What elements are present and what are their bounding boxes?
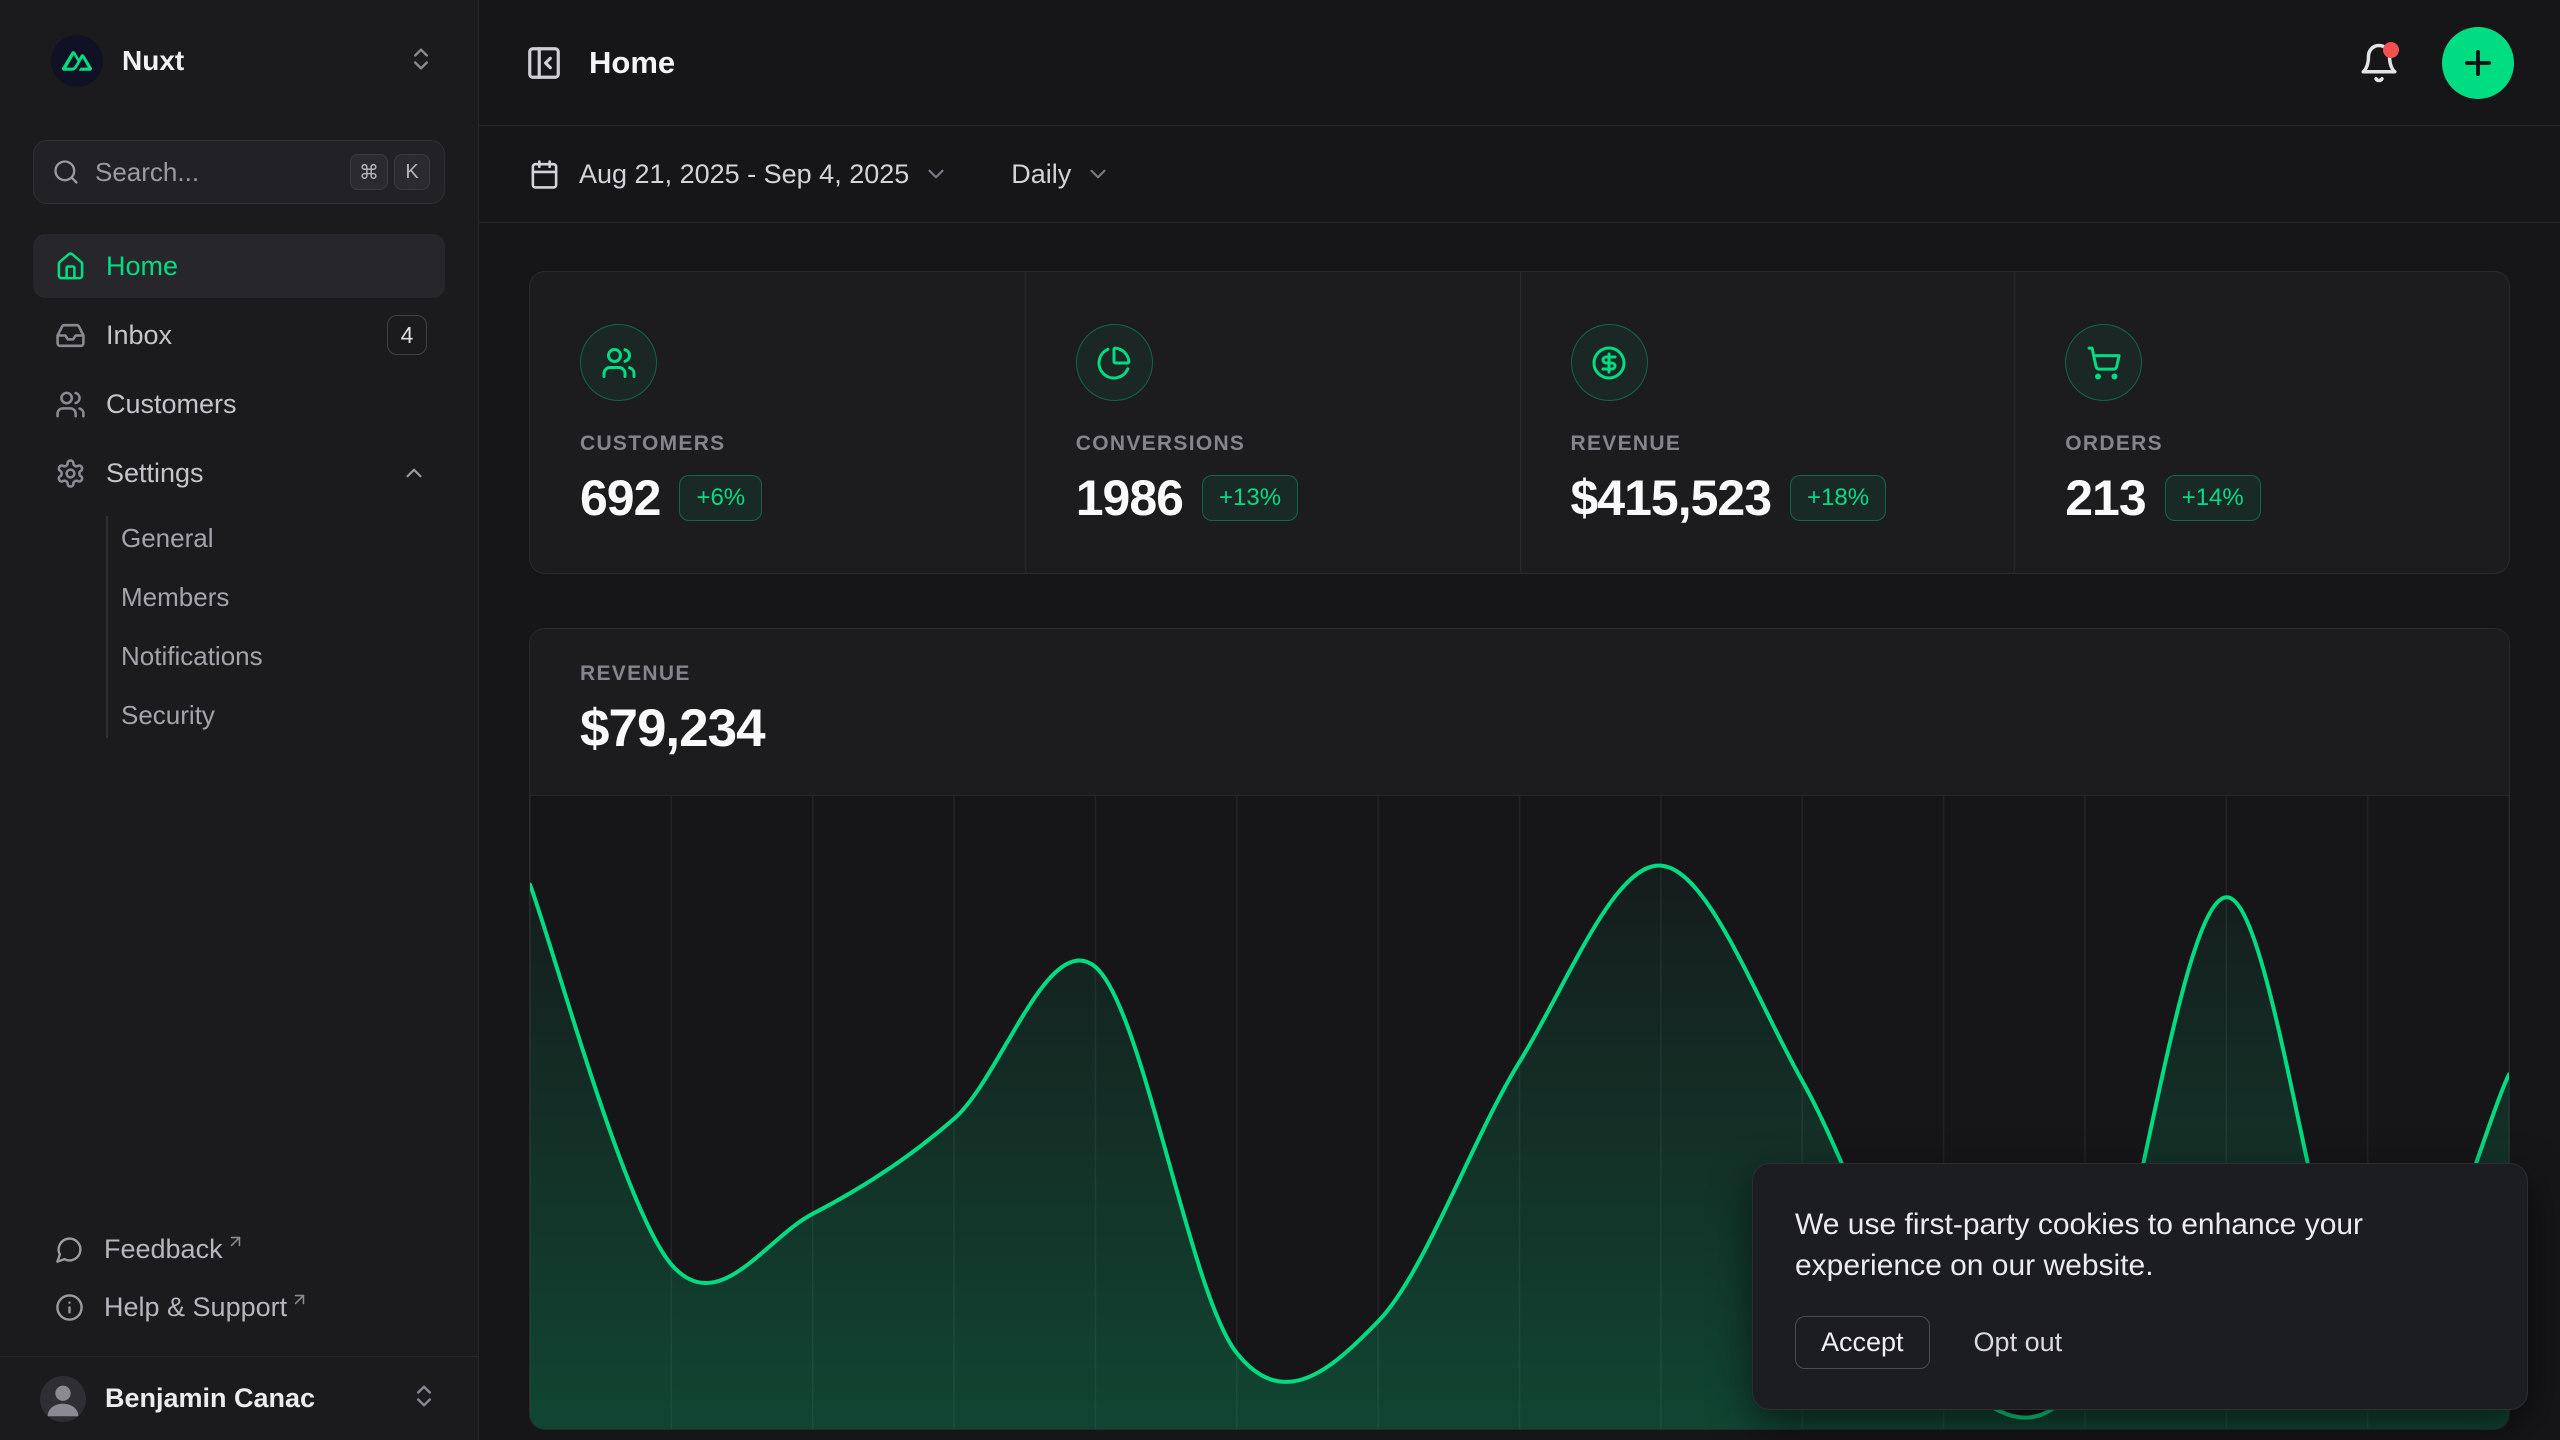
chevron-up-icon [401,460,427,486]
gear-icon [55,458,86,489]
cookie-actions: Accept Opt out [1795,1316,2485,1369]
add-button[interactable] [2442,27,2514,99]
sidebar-item-members[interactable]: Members [33,569,445,626]
filters-toolbar: Aug 21, 2025 - Sep 4, 2025 Daily [479,126,2560,223]
chevron-down-icon [1085,161,1111,187]
sidebar-item-feedback[interactable]: Feedback [33,1220,445,1278]
sidebar-footer: Feedback Help & Support [33,1220,445,1356]
sidebar-item-customers[interactable]: Customers [33,372,445,436]
kbd-k: K [394,154,430,190]
arrow-up-right-icon [226,1232,245,1251]
revenue-value: $79,234 [580,698,2459,759]
stat-value: 1986 [1076,469,1183,527]
revenue-header: REVENUE $79,234 [530,629,2509,796]
users-icon [55,389,86,420]
plus-icon [2459,44,2497,82]
sidebar-item-notifications[interactable]: Notifications [33,628,445,685]
page-title: Home [589,45,675,81]
kbd-cmd: ⌘ [350,154,388,190]
stat-delta-badge: +18% [1790,475,1886,521]
sidebar-item-home[interactable]: Home [33,234,445,298]
granularity-value: Daily [1011,159,1071,190]
inbox-icon [55,320,86,351]
stat-label: REVENUE [1571,432,1965,456]
chevrons-up-down-icon [410,1382,438,1415]
page-header: Home [479,0,2560,126]
header-actions [2358,27,2514,99]
stat-value: $415,523 [1571,469,1772,527]
sidebar-item-help-support[interactable]: Help & Support [33,1278,445,1336]
sidebar-item-general[interactable]: General [33,510,445,567]
stat-label: CONVERSIONS [1076,432,1470,456]
opt-out-button[interactable]: Opt out [1974,1327,2063,1358]
granularity-select[interactable]: Daily [1011,159,1111,190]
notifications-button[interactable] [2358,42,2400,84]
user-menu[interactable]: Benjamin Canac [0,1356,478,1440]
chevron-down-icon [923,161,949,187]
pie-chart-icon [1076,324,1153,401]
stat-label: CUSTOMERS [580,432,975,456]
avatar [40,1376,86,1422]
stat-customers: CUSTOMERS 692 +6% [530,272,1025,573]
notification-dot [2383,42,2399,58]
stat-label: ORDERS [2065,432,2459,456]
stat-value: 692 [580,469,660,527]
home-icon [55,251,86,282]
search-icon [52,158,80,186]
workspace-name: Nuxt [122,45,184,77]
stats-panel: CUSTOMERS 692 +6% CONVERSIONS 1986 +13% [529,271,2510,574]
cookie-banner: We use first-party cookies to enhance yo… [1752,1163,2528,1410]
sidebar-item-settings[interactable]: Settings [33,441,445,505]
calendar-icon [529,159,560,190]
settings-subnav: General Members Notifications Security [33,510,445,744]
nuxt-logo [51,35,103,87]
stat-delta-badge: +14% [2165,475,2261,521]
accept-button[interactable]: Accept [1795,1316,1930,1369]
sidebar-nav: Home Inbox 4 Customers Settings [33,234,445,746]
stat-delta-badge: +6% [679,475,762,521]
shopping-cart-icon [2065,324,2142,401]
users-icon [580,324,657,401]
sidebar-item-security[interactable]: Security [33,687,445,744]
sidebar: Nuxt Search... ⌘ K Home [0,0,479,1440]
panel-left-close-icon [525,44,563,82]
revenue-label: REVENUE [580,662,2459,686]
info-icon [55,1293,84,1322]
arrow-up-right-icon [290,1290,309,1309]
search-input[interactable]: Search... ⌘ K [33,140,445,204]
cookie-message: We use first-party cookies to enhance yo… [1795,1204,2445,1286]
stat-orders: ORDERS 213 +14% [2014,272,2509,573]
workspace-switcher[interactable]: Nuxt [33,30,445,92]
chevrons-up-down-icon [407,45,435,78]
stat-revenue: REVENUE $415,523 +18% [1520,272,2015,573]
date-range-value: Aug 21, 2025 - Sep 4, 2025 [579,159,909,190]
date-range-picker[interactable]: Aug 21, 2025 - Sep 4, 2025 [529,159,949,190]
search-placeholder: Search... [95,157,344,188]
sidebar-item-inbox[interactable]: Inbox 4 [33,303,445,367]
stat-value: 213 [2065,469,2145,527]
circle-dollar-icon [1571,324,1648,401]
stat-conversions: CONVERSIONS 1986 +13% [1025,272,1520,573]
sidebar-collapse-button[interactable] [525,44,563,82]
message-circle-icon [55,1235,84,1264]
inbox-count-badge: 4 [387,315,427,355]
user-name: Benjamin Canac [105,1383,315,1414]
stat-delta-badge: +13% [1202,475,1298,521]
